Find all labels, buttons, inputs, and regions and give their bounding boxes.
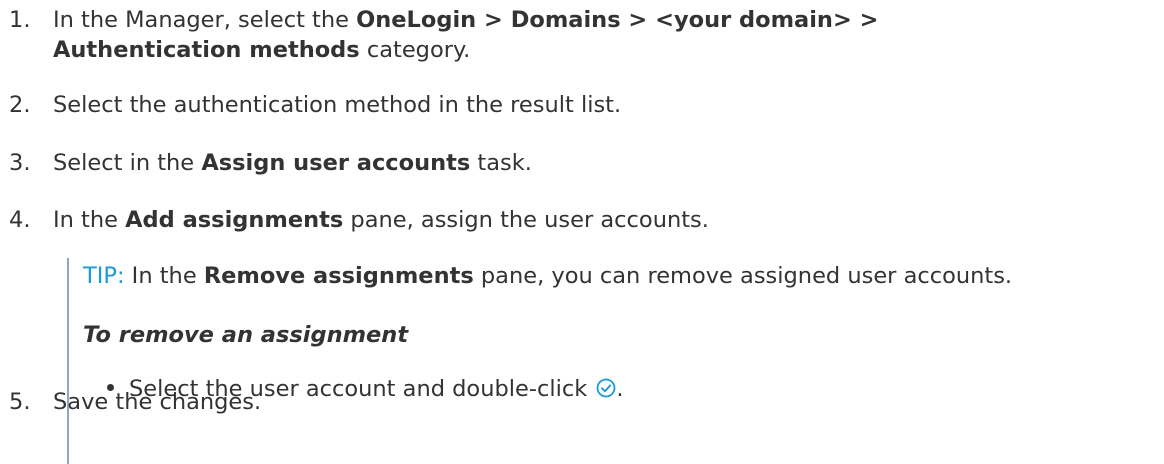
tip-block: TIP: In the Remove assignments pane, you… [67, 258, 1164, 464]
procedure-document: 1. In the Manager, select the OneLogin >… [0, 0, 1164, 464]
bullet-end: . [616, 376, 624, 402]
step-text-prefix: Select in the [53, 150, 202, 176]
tip-prefix: In the [124, 263, 204, 289]
step-text: Select the authentication method in the … [53, 92, 622, 118]
tip-text: TIP: In the Remove assignments pane, you… [83, 262, 1012, 291]
step-text: In the Add assignments pane, assign the … [53, 206, 709, 235]
step-text: Save the changes. [53, 389, 262, 415]
pane-name: Remove assignments [203, 263, 474, 289]
step-text-suffix: category. [359, 37, 471, 63]
step-number: 2. [9, 92, 31, 118]
step-number: 1. [9, 7, 31, 33]
menu-path-category: Authentication methods [53, 37, 360, 63]
step-text-prefix: In the [53, 207, 126, 233]
pane-name: Add assignments [125, 207, 344, 233]
step-number: 5. [9, 389, 31, 415]
step-number: 4. [9, 207, 31, 233]
tip-label: TIP: [83, 263, 125, 289]
step-text: Select in the Assign user accounts task. [53, 149, 532, 178]
step-text-prefix: In the Manager, select the [53, 7, 357, 33]
step-text: Authentication methods category. [53, 36, 470, 65]
step-number: 3. [9, 150, 31, 176]
step-text-suffix: task. [470, 150, 532, 176]
step-text-suffix: pane, assign the user accounts. [343, 207, 709, 233]
step-text: In the Manager, select the OneLogin > Do… [53, 6, 879, 35]
task-name: Assign user accounts [201, 150, 471, 176]
tip-suffix: pane, you can remove assigned user accou… [473, 263, 1013, 289]
menu-path: OneLogin > Domains > <your domain> > [356, 7, 879, 33]
procedure-heading: To remove an assignment [83, 322, 409, 348]
checkmark-circle-icon [596, 378, 616, 397]
